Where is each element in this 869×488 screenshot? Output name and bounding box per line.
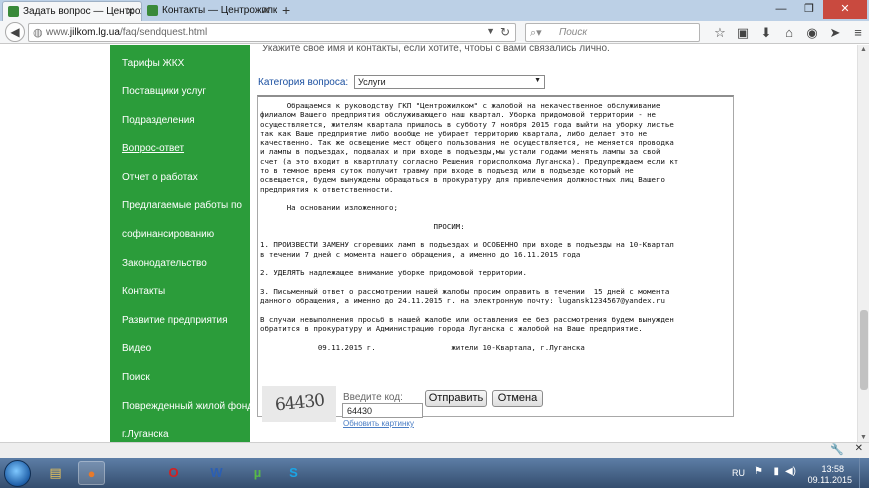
captcha-image: 64430 bbox=[262, 386, 336, 422]
close-icon[interactable]: ✕ bbox=[855, 443, 863, 454]
maximize-icon[interactable]: ❐ bbox=[795, 0, 823, 19]
scroll-thumb[interactable] bbox=[860, 310, 868, 390]
volume-icon[interactable]: ◀) bbox=[785, 466, 796, 477]
captcha-code-input[interactable]: 64430 bbox=[342, 403, 423, 418]
page-viewport: Тарифы ЖКХ Поставщики услуг Подразделени… bbox=[0, 45, 869, 442]
category-value: Услуги bbox=[358, 77, 386, 87]
search-placeholder: Поиск bbox=[559, 27, 588, 38]
home-icon[interactable]: ⌂ bbox=[779, 23, 799, 42]
tab-strip: Задать вопрос — Центрожилк... ✕ Контакты… bbox=[0, 0, 869, 21]
new-tab-button[interactable]: + bbox=[282, 2, 290, 18]
dropdown-icon[interactable]: ▼ bbox=[486, 26, 495, 36]
sidebar-item-video[interactable]: Видео bbox=[110, 337, 250, 366]
opera-icon[interactable]: O bbox=[160, 461, 187, 485]
explorer-icon[interactable]: ▤ bbox=[42, 461, 69, 485]
sidebar-item-development[interactable]: Развитие предприятия bbox=[110, 309, 250, 338]
tab-close-icon[interactable]: ✕ bbox=[126, 5, 135, 18]
toolbar-icons: ☆ ▣ ⬇ ⌂ ◉ ➤ ≡ bbox=[710, 23, 869, 42]
globe-icon: ◍ bbox=[33, 27, 43, 39]
sidebar-item-divisions[interactable]: Подразделения bbox=[110, 109, 250, 138]
navigation-bar: ◀ ◍ www.jilkom.lg.ua/faq/sendquest.html … bbox=[0, 21, 869, 44]
tab-contacts[interactable]: Контакты — Центрожилком ✕ bbox=[142, 1, 277, 21]
address-bar[interactable]: ◍ www.jilkom.lg.ua/faq/sendquest.html ▼ … bbox=[28, 23, 516, 42]
site-favicon-icon bbox=[8, 6, 19, 17]
skype-icon[interactable]: S bbox=[280, 461, 307, 485]
sidebar-item-search[interactable]: Поиск bbox=[110, 366, 250, 395]
cancel-button[interactable]: Отмена bbox=[492, 390, 543, 407]
tab-title: Задать вопрос — Центрожилк... bbox=[23, 6, 141, 17]
pocket-icon[interactable]: ◉ bbox=[802, 23, 822, 42]
download-icon[interactable]: ⬇ bbox=[756, 23, 776, 42]
back-button[interactable]: ◀ bbox=[5, 22, 25, 42]
clock-date[interactable]: 09.11.2015 bbox=[808, 475, 852, 485]
sidebar-item-suppliers[interactable]: Поставщики услуг bbox=[110, 80, 250, 109]
sidebar-item-legislation[interactable]: Законодательство bbox=[110, 252, 250, 281]
window-close-icon[interactable]: ✕ bbox=[823, 0, 867, 19]
submit-button[interactable]: Отправить bbox=[425, 390, 487, 407]
word-icon[interactable]: W bbox=[203, 461, 230, 485]
windows-taskbar: ▤ ● O Wµ S RU ⚑ ▮ ◀) 13:58 09.11.2015 bbox=[0, 458, 869, 488]
site-favicon-icon bbox=[147, 5, 158, 16]
firefox-icon[interactable]: ● bbox=[78, 461, 105, 485]
sidebar-item-tariffs[interactable]: Тарифы ЖКХ bbox=[110, 45, 250, 80]
menu-icon[interactable]: ≡ bbox=[848, 23, 868, 42]
sidebar-item-proposed-works[interactable]: Предлагаемые работы по bbox=[110, 194, 250, 223]
reload-icon[interactable]: ↻ bbox=[500, 25, 510, 39]
sidebar-item-lugansk[interactable]: г.Луганска bbox=[110, 423, 250, 442]
question-textarea[interactable]: Обращаемся к руководству ГКП "Центрожилк… bbox=[257, 95, 734, 417]
language-indicator[interactable]: RU bbox=[732, 468, 745, 478]
window-controls: — ❐ ✕ bbox=[767, 0, 867, 19]
captcha-text: 64430 bbox=[274, 390, 326, 416]
bottom-toolbar: 🔧 ✕ bbox=[0, 442, 869, 458]
code-label: Введите код: bbox=[343, 392, 403, 403]
minimize-icon[interactable]: — bbox=[767, 0, 795, 19]
sidebar-item-cofinancing[interactable]: софинансированию bbox=[110, 223, 250, 252]
contact-hint: Укажите свое имя и контакты, если хотите… bbox=[262, 45, 610, 54]
sidebar-item-faq[interactable]: Вопрос-ответ bbox=[110, 137, 250, 166]
scroll-up-icon[interactable]: ▲ bbox=[860, 46, 867, 53]
sidebar-item-damaged-housing[interactable]: Поврежденный жилой фонд bbox=[110, 395, 250, 424]
tab-close-icon[interactable]: ✕ bbox=[262, 4, 271, 17]
flag-icon[interactable]: ⚑ bbox=[754, 466, 763, 477]
start-button[interactable] bbox=[4, 460, 31, 487]
vertical-scrollbar[interactable]: ▲ ▼ bbox=[857, 45, 869, 442]
reading-list-icon[interactable]: ▣ bbox=[733, 23, 753, 42]
search-box[interactable]: ⌕▾ Поиск bbox=[525, 23, 700, 42]
clock-time[interactable]: 13:58 bbox=[821, 464, 844, 474]
site-sidebar: Тарифы ЖКХ Поставщики услуг Подразделени… bbox=[110, 45, 250, 442]
category-label: Категория вопроса: bbox=[258, 77, 349, 88]
chevron-down-icon: ▼ bbox=[534, 77, 541, 84]
wrench-icon[interactable]: 🔧 bbox=[830, 443, 844, 456]
tab-title: Контакты — Центрожилком bbox=[162, 5, 277, 16]
network-icon[interactable]: ▮ bbox=[773, 466, 779, 477]
url-text[interactable]: www.jilkom.lg.ua/faq/sendquest.html bbox=[46, 27, 207, 38]
category-select[interactable]: Услуги ▼ bbox=[354, 75, 545, 89]
scroll-down-icon[interactable]: ▼ bbox=[860, 434, 867, 441]
refresh-captcha-link[interactable]: Обновить картинку bbox=[343, 419, 414, 428]
utorrent-icon[interactable]: µ bbox=[244, 461, 271, 485]
sidebar-item-contacts[interactable]: Контакты bbox=[110, 280, 250, 309]
search-engine-icon[interactable]: ⌕▾ bbox=[530, 26, 542, 40]
sidebar-item-report[interactable]: Отчет о работах bbox=[110, 166, 250, 195]
bookmark-star-icon[interactable]: ☆ bbox=[710, 23, 730, 42]
tab-ask-question[interactable]: Задать вопрос — Центрожилк... ✕ bbox=[2, 1, 142, 21]
share-icon[interactable]: ➤ bbox=[825, 23, 845, 42]
show-desktop-button[interactable] bbox=[859, 458, 869, 488]
